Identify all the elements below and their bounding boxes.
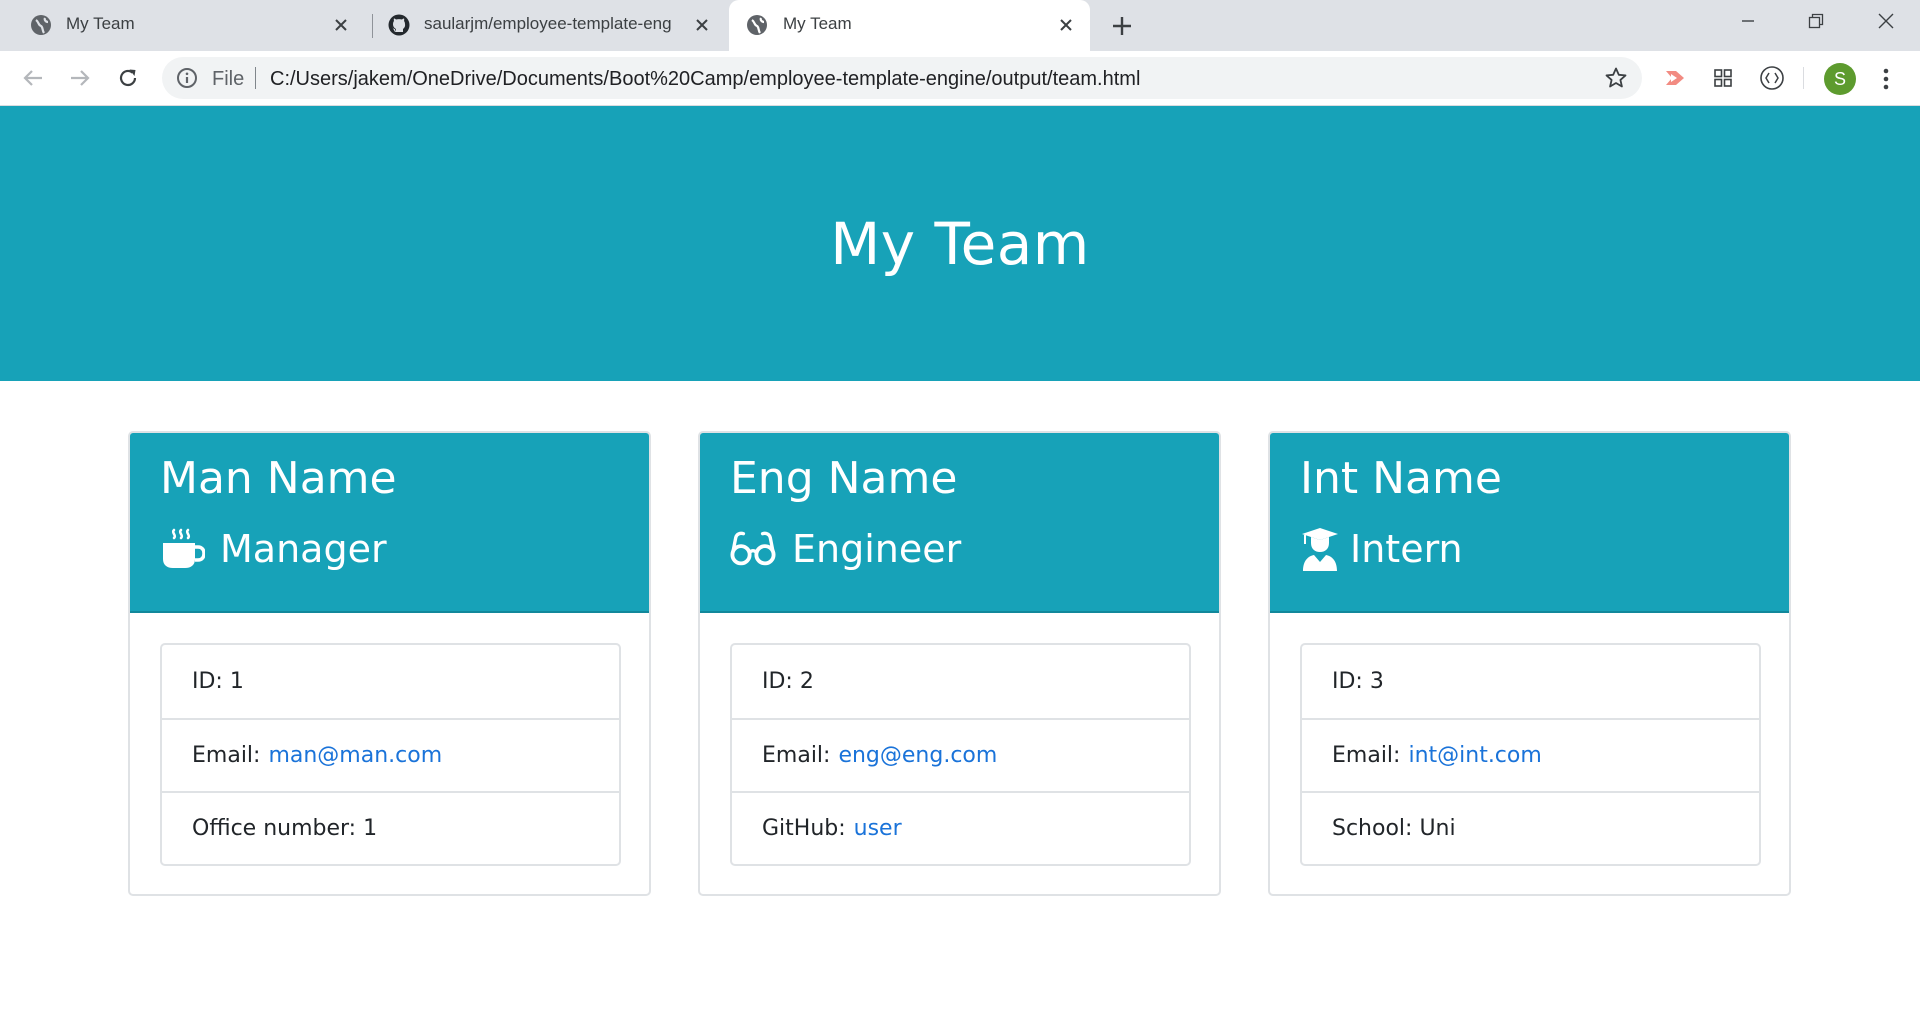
toolbar-divider bbox=[1803, 67, 1804, 89]
employee-name: Man Name bbox=[160, 453, 397, 504]
tab-title: My Team bbox=[66, 14, 135, 33]
globe-icon bbox=[746, 14, 768, 36]
list-item-email: Email: int@int.com bbox=[1302, 718, 1759, 791]
email-link[interactable]: int@int.com bbox=[1408, 743, 1541, 768]
email-label: Email: bbox=[192, 743, 261, 768]
role-label: Manager bbox=[220, 527, 387, 571]
employee-card-engineer: Eng Name Engineer ID: 2 Email: eng@eng.co… bbox=[698, 431, 1221, 896]
restore-button[interactable] bbox=[1782, 0, 1850, 42]
details-list: ID: 1 Email: man@man.com Office number: 1 bbox=[160, 643, 621, 866]
employee-role: Intern bbox=[1300, 526, 1463, 572]
browser-toolbar: File C:/Users/jakem/OneDrive/Documents/B… bbox=[0, 51, 1920, 106]
graduate-icon bbox=[1300, 526, 1340, 572]
profile-avatar[interactable]: S bbox=[1824, 63, 1856, 95]
details-list: ID: 3 Email: int@int.com School: Uni bbox=[1300, 643, 1761, 866]
back-button[interactable] bbox=[16, 61, 50, 95]
page-title: My Team bbox=[830, 209, 1090, 278]
github-icon bbox=[388, 14, 410, 36]
list-item-id: ID: 3 bbox=[1302, 645, 1759, 718]
page-viewport: My Team Man Name Manager ID: 1 Email: man… bbox=[0, 106, 1920, 1020]
address-divider bbox=[255, 67, 256, 89]
menu-kebab-icon[interactable] bbox=[1876, 65, 1896, 93]
tab-my-team-active[interactable]: My Team bbox=[729, 0, 1090, 51]
employee-name: Int Name bbox=[1300, 453, 1502, 504]
info-icon[interactable] bbox=[176, 67, 198, 89]
scheme-label: File bbox=[212, 68, 245, 90]
id-text: ID: 3 bbox=[1332, 669, 1384, 694]
id-text: ID: 2 bbox=[762, 669, 814, 694]
url-text[interactable]: C:/Users/jakem/OneDrive/Documents/Boot%2… bbox=[270, 68, 1140, 91]
coffee-mug-icon bbox=[160, 526, 206, 572]
office-number-text: Office number: 1 bbox=[192, 816, 378, 841]
role-label: Intern bbox=[1350, 527, 1463, 571]
tab-my-team-1[interactable]: My Team bbox=[0, 0, 365, 51]
email-label: Email: bbox=[762, 743, 831, 768]
code-extension-icon[interactable] bbox=[1759, 65, 1785, 91]
email-link[interactable]: eng@eng.com bbox=[838, 743, 997, 768]
list-item-office: Office number: 1 bbox=[162, 791, 619, 864]
github-link[interactable]: user bbox=[854, 816, 902, 841]
details-list: ID: 2 Email: eng@eng.com GitHub: user bbox=[730, 643, 1191, 866]
list-item-email: Email: man@man.com bbox=[162, 718, 619, 791]
forward-button[interactable] bbox=[63, 61, 97, 95]
github-label: GitHub: bbox=[762, 816, 846, 841]
close-tab-icon[interactable] bbox=[1056, 15, 1076, 35]
list-item-id: ID: 2 bbox=[732, 645, 1189, 718]
tab-github[interactable]: saularjm/employee-template-eng bbox=[360, 0, 730, 51]
employee-role: Manager bbox=[160, 526, 387, 572]
bookmark-star-icon[interactable] bbox=[1604, 66, 1628, 90]
new-tab-button[interactable] bbox=[1108, 12, 1136, 40]
address-bar[interactable]: File C:/Users/jakem/OneDrive/Documents/B… bbox=[162, 57, 1642, 99]
close-tab-icon[interactable] bbox=[331, 15, 351, 35]
card-header: Eng Name Engineer bbox=[700, 433, 1219, 613]
tab-title: My Team bbox=[783, 14, 852, 33]
email-label: Email: bbox=[1332, 743, 1401, 768]
header-banner: My Team bbox=[0, 106, 1920, 381]
school-text: School: Uni bbox=[1332, 816, 1456, 841]
close-tab-icon[interactable] bbox=[692, 15, 712, 35]
id-text: ID: 1 bbox=[192, 669, 244, 694]
list-item-github: GitHub: user bbox=[732, 791, 1189, 864]
employee-card-intern: Int Name Intern ID: 3 Email: int@int.com … bbox=[1268, 431, 1791, 896]
list-item-school: School: Uni bbox=[1302, 791, 1759, 864]
role-label: Engineer bbox=[792, 527, 962, 571]
employee-role: Engineer bbox=[730, 526, 961, 572]
reload-button[interactable] bbox=[111, 61, 145, 95]
close-window-button[interactable] bbox=[1852, 0, 1920, 42]
globe-icon bbox=[30, 14, 52, 36]
email-link[interactable]: man@man.com bbox=[268, 743, 442, 768]
grid-extension-icon[interactable] bbox=[1710, 65, 1736, 91]
card-header: Man Name Manager bbox=[130, 433, 649, 613]
minimize-button[interactable] bbox=[1714, 0, 1782, 42]
list-item-id: ID: 1 bbox=[162, 645, 619, 718]
card-header: Int Name Intern bbox=[1270, 433, 1789, 613]
list-item-email: Email: eng@eng.com bbox=[732, 718, 1189, 791]
tab-title: saularjm/employee-template-eng bbox=[424, 14, 672, 33]
cast-extension-icon[interactable] bbox=[1662, 65, 1688, 91]
glasses-icon bbox=[730, 526, 776, 572]
employee-card-manager: Man Name Manager ID: 1 Email: man@man.com… bbox=[128, 431, 651, 896]
tab-strip: My Team saularjm/employee-template-eng M… bbox=[0, 0, 1920, 51]
employee-name: Eng Name bbox=[730, 453, 958, 504]
